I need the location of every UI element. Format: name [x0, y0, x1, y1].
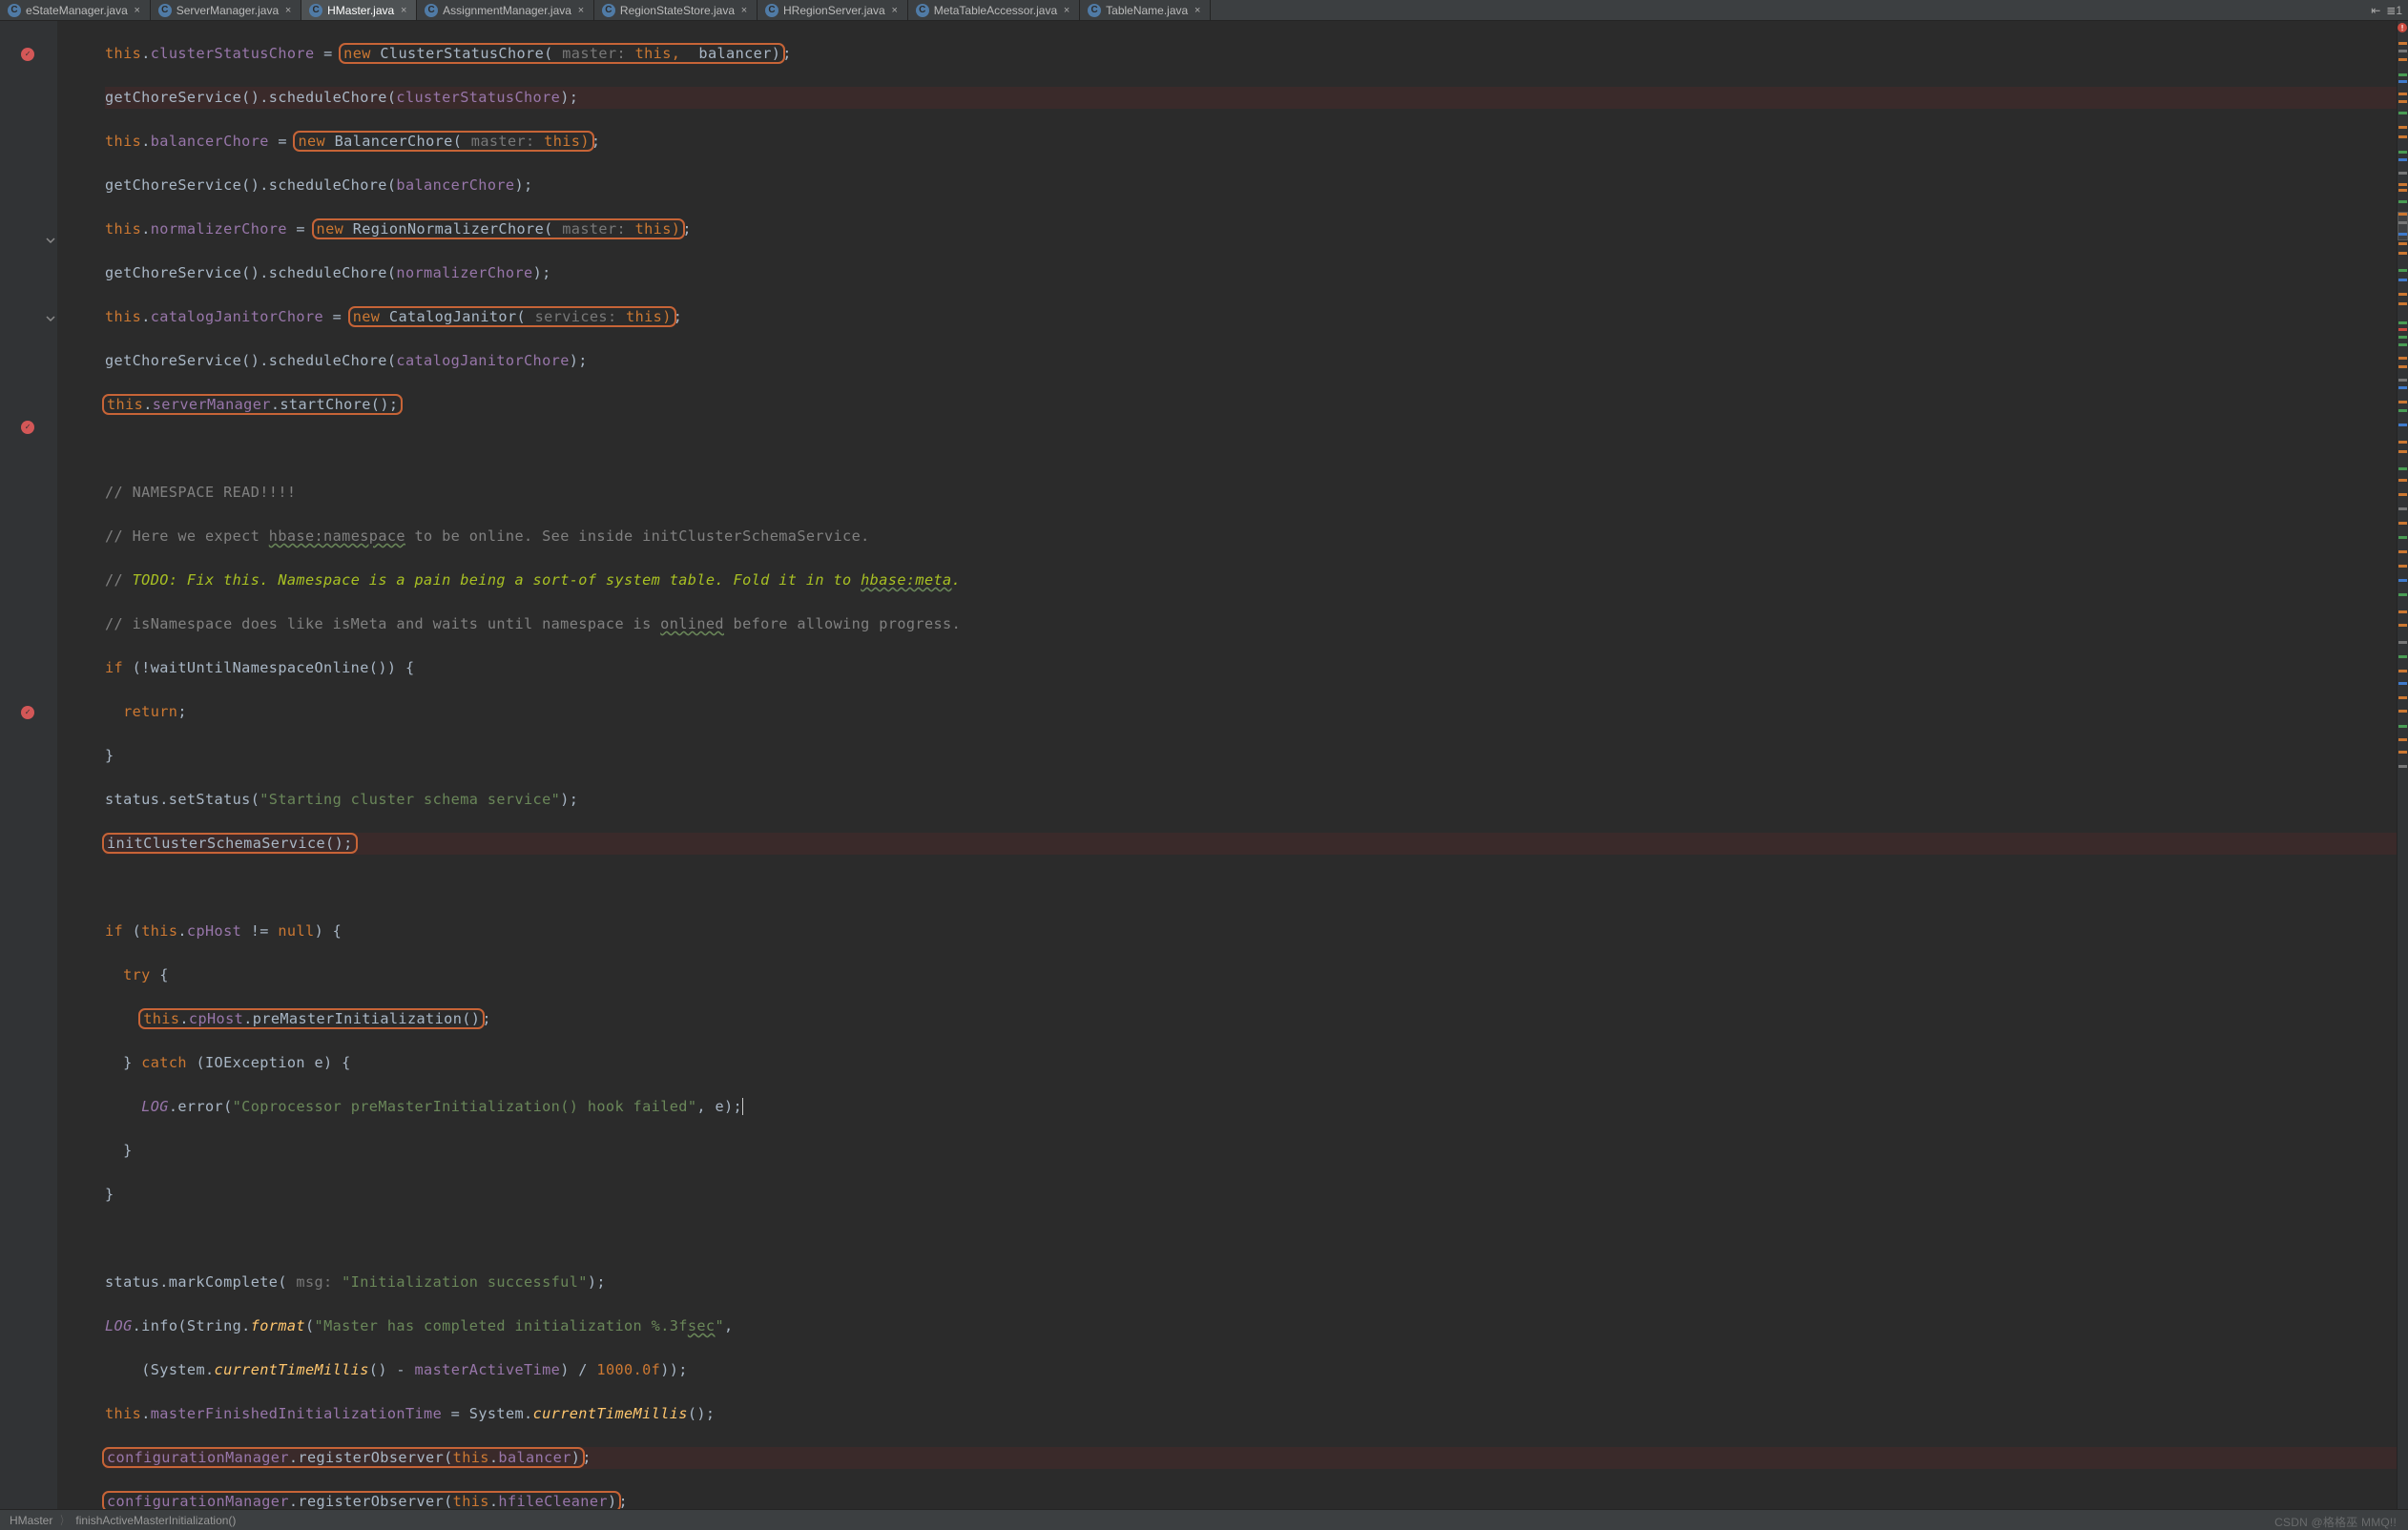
class-icon — [309, 4, 322, 17]
error-stripe-icon[interactable]: ! — [2398, 23, 2407, 32]
close-icon[interactable]: × — [888, 4, 902, 17]
tab-metatableaccessor[interactable]: MetaTableAccessor.java× — [908, 0, 1080, 20]
breadcrumb-method[interactable]: finishActiveMasterInitialization() — [75, 1514, 236, 1527]
tab-assignmentmanager[interactable]: AssignmentManager.java× — [417, 0, 594, 20]
breadcrumb-class[interactable]: HMaster — [10, 1514, 52, 1527]
tab-bar-actions: ⇤ ≣1 — [2371, 0, 2408, 20]
scrollbar-overview[interactable]: ! — [2397, 21, 2408, 1509]
gutter[interactable] — [0, 21, 57, 1509]
scroll-thumb[interactable] — [2398, 212, 2408, 240]
split-indicator[interactable]: ≣1 — [2386, 4, 2402, 17]
tab-tablename[interactable]: TableName.java× — [1080, 0, 1211, 20]
watermark: CSDN @格格巫 MMQ!! — [2274, 1514, 2397, 1530]
tab-label: HMaster.java — [327, 4, 394, 17]
breakpoint-icon[interactable] — [19, 419, 36, 436]
breadcrumb[interactable]: HMaster 〉 finishActiveMasterInitializati… — [0, 1509, 2408, 1530]
class-icon — [1088, 4, 1101, 17]
class-icon — [916, 4, 929, 17]
close-icon[interactable]: × — [737, 4, 751, 17]
breakpoint-icon[interactable] — [19, 46, 36, 63]
breakpoint-icon[interactable] — [19, 704, 36, 721]
class-icon — [158, 4, 172, 17]
editor-area: this.clusterStatusChore = new ClusterSta… — [0, 21, 2408, 1509]
tab-estatemanager[interactable]: eStateManager.java× — [0, 0, 151, 20]
close-icon[interactable]: × — [281, 4, 295, 17]
tab-label: RegionStateStore.java — [620, 4, 735, 17]
close-icon[interactable]: × — [1191, 4, 1204, 17]
tab-hregionserver[interactable]: HRegionServer.java× — [758, 0, 908, 20]
class-icon — [602, 4, 615, 17]
close-icon[interactable]: × — [1060, 4, 1073, 17]
chevron-right-icon: 〉 — [61, 1512, 68, 1528]
tab-label: TableName.java — [1106, 4, 1188, 17]
tab-regionstatestore[interactable]: RegionStateStore.java× — [594, 0, 758, 20]
class-icon — [425, 4, 438, 17]
tab-servermanager[interactable]: ServerManager.java× — [151, 0, 301, 20]
tab-label: eStateManager.java — [26, 4, 128, 17]
tab-label: HRegionServer.java — [783, 4, 885, 17]
tab-hmaster[interactable]: HMaster.java× — [301, 0, 417, 20]
class-icon — [765, 4, 778, 17]
close-icon[interactable]: × — [131, 4, 144, 17]
close-icon[interactable]: × — [397, 4, 410, 17]
tab-label: ServerManager.java — [176, 4, 279, 17]
tab-label: MetaTableAccessor.java — [934, 4, 1057, 17]
collapse-icon[interactable]: ⇤ — [2371, 4, 2380, 17]
editor-tab-bar: eStateManager.java× ServerManager.java× … — [0, 0, 2408, 21]
code-editor[interactable]: this.clusterStatusChore = new ClusterSta… — [57, 21, 2397, 1509]
class-icon — [8, 4, 21, 17]
close-icon[interactable]: × — [574, 4, 588, 17]
tab-label: AssignmentManager.java — [443, 4, 571, 17]
